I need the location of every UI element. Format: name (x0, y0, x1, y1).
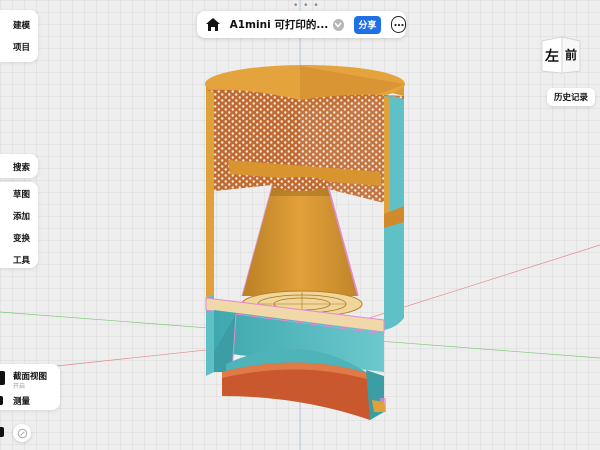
view-cube[interactable]: 左 前 (540, 35, 582, 77)
home-button[interactable] (203, 14, 224, 36)
left-bottom-panel: 截面视图 测量 (0, 364, 60, 410)
document-toolbar: A1mini 可打印的... 分享 (197, 11, 406, 38)
title-dropdown-button[interactable] (333, 18, 344, 31)
more-icon (393, 23, 404, 26)
left-tools-panel: 草图 添加 变换 工具 (0, 182, 38, 268)
more-button[interactable] (391, 16, 406, 33)
section-view-state: 开启 (13, 383, 26, 390)
view-cube-icon: 左 前 (541, 36, 581, 74)
measure-icon[interactable] (0, 396, 3, 405)
model-canvas (0, 0, 600, 450)
menu-add[interactable]: 添加 (13, 210, 30, 222)
menu-measure[interactable]: 测量 (13, 395, 30, 407)
share-button[interactable]: 分享 (353, 15, 382, 34)
3d-viewport[interactable] (0, 0, 600, 450)
menu-tools[interactable]: 工具 (13, 254, 30, 266)
bottom-left-tab[interactable] (0, 427, 4, 437)
chevron-down-icon (334, 22, 343, 28)
view-cube-front-face[interactable]: 前 (565, 47, 577, 62)
grab-handle[interactable]: • • • (293, 2, 320, 11)
left-search-panel: 搜索 (0, 154, 38, 178)
menu-build[interactable]: 建模 (13, 19, 30, 31)
menu-search[interactable]: 搜索 (13, 161, 30, 173)
history-button[interactable]: 历史记录 (547, 88, 595, 106)
menu-sketch[interactable]: 草图 (13, 188, 30, 200)
menu-project[interactable]: 项目 (13, 41, 30, 53)
settings-icon (17, 428, 27, 438)
menu-transform[interactable]: 变换 (13, 232, 30, 244)
section-view-icon[interactable] (0, 371, 5, 385)
cutaway-model[interactable] (205, 65, 405, 420)
document-title[interactable]: A1mini 可打印的... (230, 17, 329, 32)
settings-button[interactable] (13, 424, 31, 442)
left-menu-top: 建模 项目 (0, 10, 38, 62)
view-cube-left-face[interactable]: 左 (544, 48, 559, 65)
home-icon (206, 18, 221, 31)
